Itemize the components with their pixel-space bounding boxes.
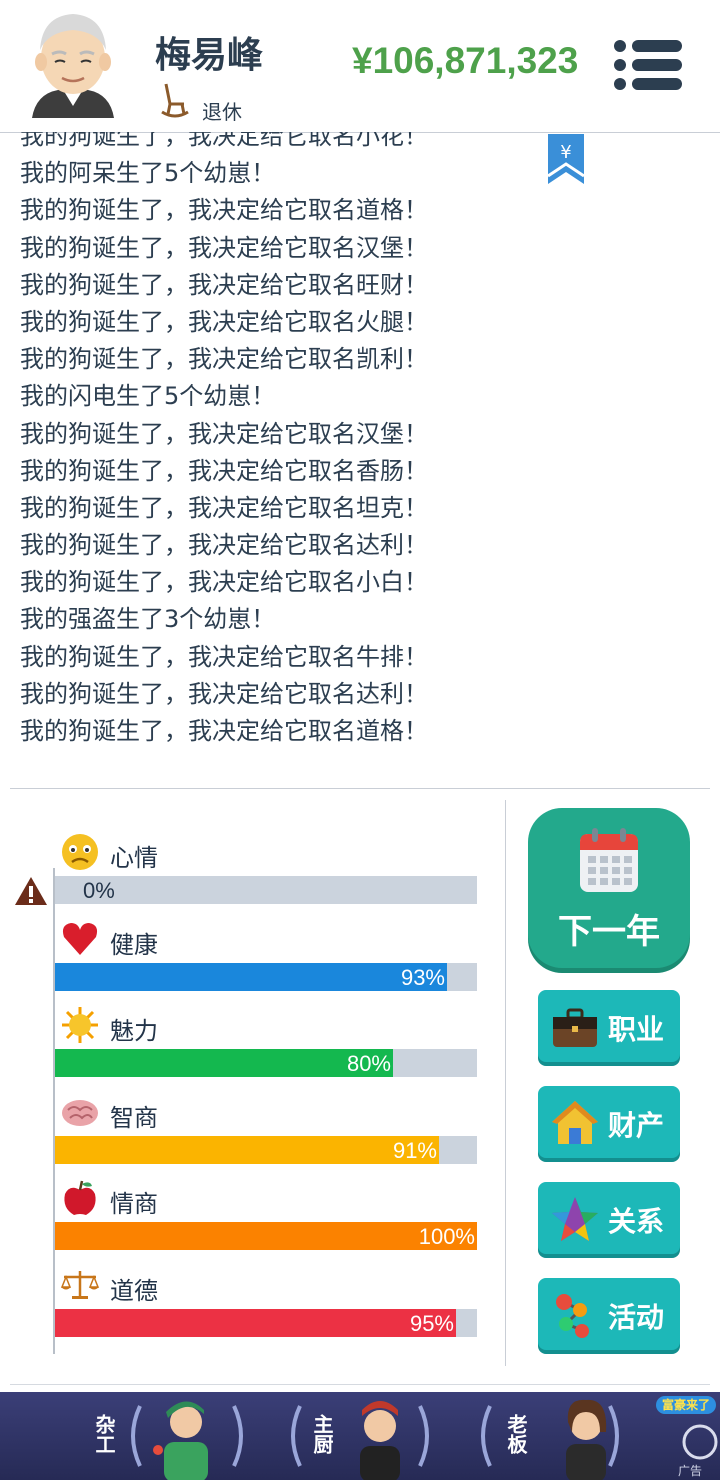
- log-entry: 我的狗诞生了，我决定给它取名凯利！: [20, 345, 428, 374]
- log-entry: 我的狗诞生了，我决定给它取名香肠！: [20, 456, 428, 485]
- stat-label: 智商: [110, 1103, 158, 1132]
- stat-bar: 100%: [55, 1222, 477, 1251]
- heart-icon: [62, 922, 98, 955]
- event-log-list: 我的狗诞生了，我决定给它取名小花！ 我的阿呆生了5个幼崽！ 我的狗诞生了，我决定给它…: [20, 132, 428, 750]
- svg-text:¥: ¥: [560, 142, 571, 163]
- log-entry: 我的狗诞生了，我决定给它取名牛排！: [20, 642, 428, 671]
- stat-value: 91%: [392, 1137, 437, 1163]
- relations-button[interactable]: 关系: [538, 1182, 680, 1254]
- money-amount: ¥106,871,323: [352, 40, 579, 81]
- ad-job-label: 老板: [504, 1414, 528, 1454]
- ad-job-label: 杂工: [92, 1414, 116, 1454]
- log-entry: 我的狗诞生了，我决定给它取名小白！: [20, 568, 428, 597]
- stat-label: 魅力: [110, 1017, 158, 1046]
- stat-value: 95%: [409, 1311, 454, 1336]
- menu-icon[interactable]: [612, 38, 684, 92]
- calendar-icon: [580, 828, 638, 892]
- career-label: 职业: [608, 1013, 665, 1046]
- ad-mark: 广告: [678, 1464, 703, 1478]
- stat-label: 心情: [110, 844, 158, 872]
- stat-value: 93%: [400, 964, 445, 990]
- event-log[interactable]: 我的狗诞生了，我决定给它取名小花！ 我的阿呆生了5个幼崽！ 我的狗诞生了，我决定给它…: [0, 132, 720, 752]
- briefcase-icon: [553, 1008, 597, 1047]
- log-entry: 我的狗诞生了，我决定给它取名道格！: [20, 196, 428, 225]
- scales-icon: [60, 1271, 100, 1299]
- log-entry: 我的强盗生了3个幼崽！: [20, 605, 276, 634]
- stat-value: 80%: [346, 1051, 391, 1077]
- stat-bar: 80%: [55, 1049, 477, 1078]
- career-button[interactable]: 职业: [538, 990, 680, 1062]
- stat-bar-fill: 93%: [55, 962, 447, 991]
- stat-bar-fill: 91%: [55, 1135, 439, 1164]
- ad-banner[interactable]: 杂工 主厨 老板 富豪来了: [0, 1392, 720, 1480]
- divider: [10, 788, 710, 789]
- stat-value: 100%: [418, 1224, 475, 1250]
- ad-badge: 富豪来了: [656, 1396, 716, 1414]
- activities-button[interactable]: 活动: [538, 1278, 680, 1350]
- log-entry: 我的狗诞生了，我决定给它取名达利！: [20, 679, 428, 708]
- brain-icon: [62, 1099, 98, 1126]
- assets-label: 财产: [608, 1109, 665, 1142]
- assets-button[interactable]: 财产: [538, 1086, 680, 1158]
- stat-label: 道德: [110, 1277, 158, 1305]
- stat-bar: 95%: [55, 1309, 477, 1337]
- relations-label: 关系: [608, 1205, 665, 1238]
- apple-icon: [64, 1181, 96, 1216]
- warning-icon: [15, 877, 47, 905]
- divider-vertical: [505, 800, 506, 1366]
- divider: [10, 1384, 710, 1385]
- life-status: 退休: [202, 100, 242, 124]
- sun-icon: [62, 1007, 98, 1044]
- ad-job-label: 主厨: [310, 1414, 334, 1454]
- next-year-label: 下一年: [558, 912, 660, 952]
- rocking-chair-icon: [161, 83, 189, 118]
- stats-axis: [53, 868, 55, 1354]
- stat-bar-fill: 80%: [55, 1049, 393, 1078]
- activities-label: 活动: [608, 1301, 665, 1334]
- log-entry: 我的狗诞生了，我决定给它取名火腿！: [20, 307, 428, 336]
- log-entry: 我的狗诞生了，我决定给它取名汉堡！: [20, 233, 428, 262]
- stat-bar: 0%: [55, 876, 477, 904]
- log-entry: 我的狗诞生了，我决定给它取名汉堡！: [20, 419, 428, 448]
- header: 梅易峰 退休 ¥106,871,323: [0, 0, 720, 133]
- log-entry: 我的狗诞生了，我决定给它取名坦克！: [20, 493, 428, 522]
- money-bookmark-icon[interactable]: ¥: [546, 134, 586, 186]
- log-entry: 我的狗诞生了，我决定给它取名旺财！: [20, 270, 428, 299]
- stat-bar-fill: 95%: [55, 1309, 456, 1337]
- stat-value: 0%: [83, 878, 115, 903]
- stat-bar: 91%: [55, 1135, 477, 1164]
- log-entry: 我的阿呆生了5个幼崽！: [20, 159, 276, 188]
- log-entry: 我的闪电生了5个幼崽！: [20, 382, 276, 411]
- old-man-avatar[interactable]: [28, 10, 118, 118]
- character-name: 梅易峰: [155, 35, 264, 76]
- log-entry: 我的狗诞生了，我决定给它取名小花！: [20, 132, 428, 150]
- stat-bar-fill: 100%: [55, 1222, 477, 1251]
- sad-face-icon: [62, 834, 98, 870]
- next-year-button[interactable]: 下一年: [528, 808, 690, 968]
- house-icon: [552, 1101, 598, 1144]
- log-entry: 我的狗诞生了，我决定给它取名道格！: [20, 717, 428, 745]
- activity-dots-icon: [556, 1294, 589, 1338]
- stat-bar: 93%: [55, 962, 477, 991]
- star-icon: [552, 1197, 598, 1241]
- log-entry: 我的狗诞生了，我决定给它取名达利！: [20, 531, 428, 560]
- stat-label: 健康: [110, 930, 158, 959]
- stat-label: 情商: [110, 1190, 158, 1219]
